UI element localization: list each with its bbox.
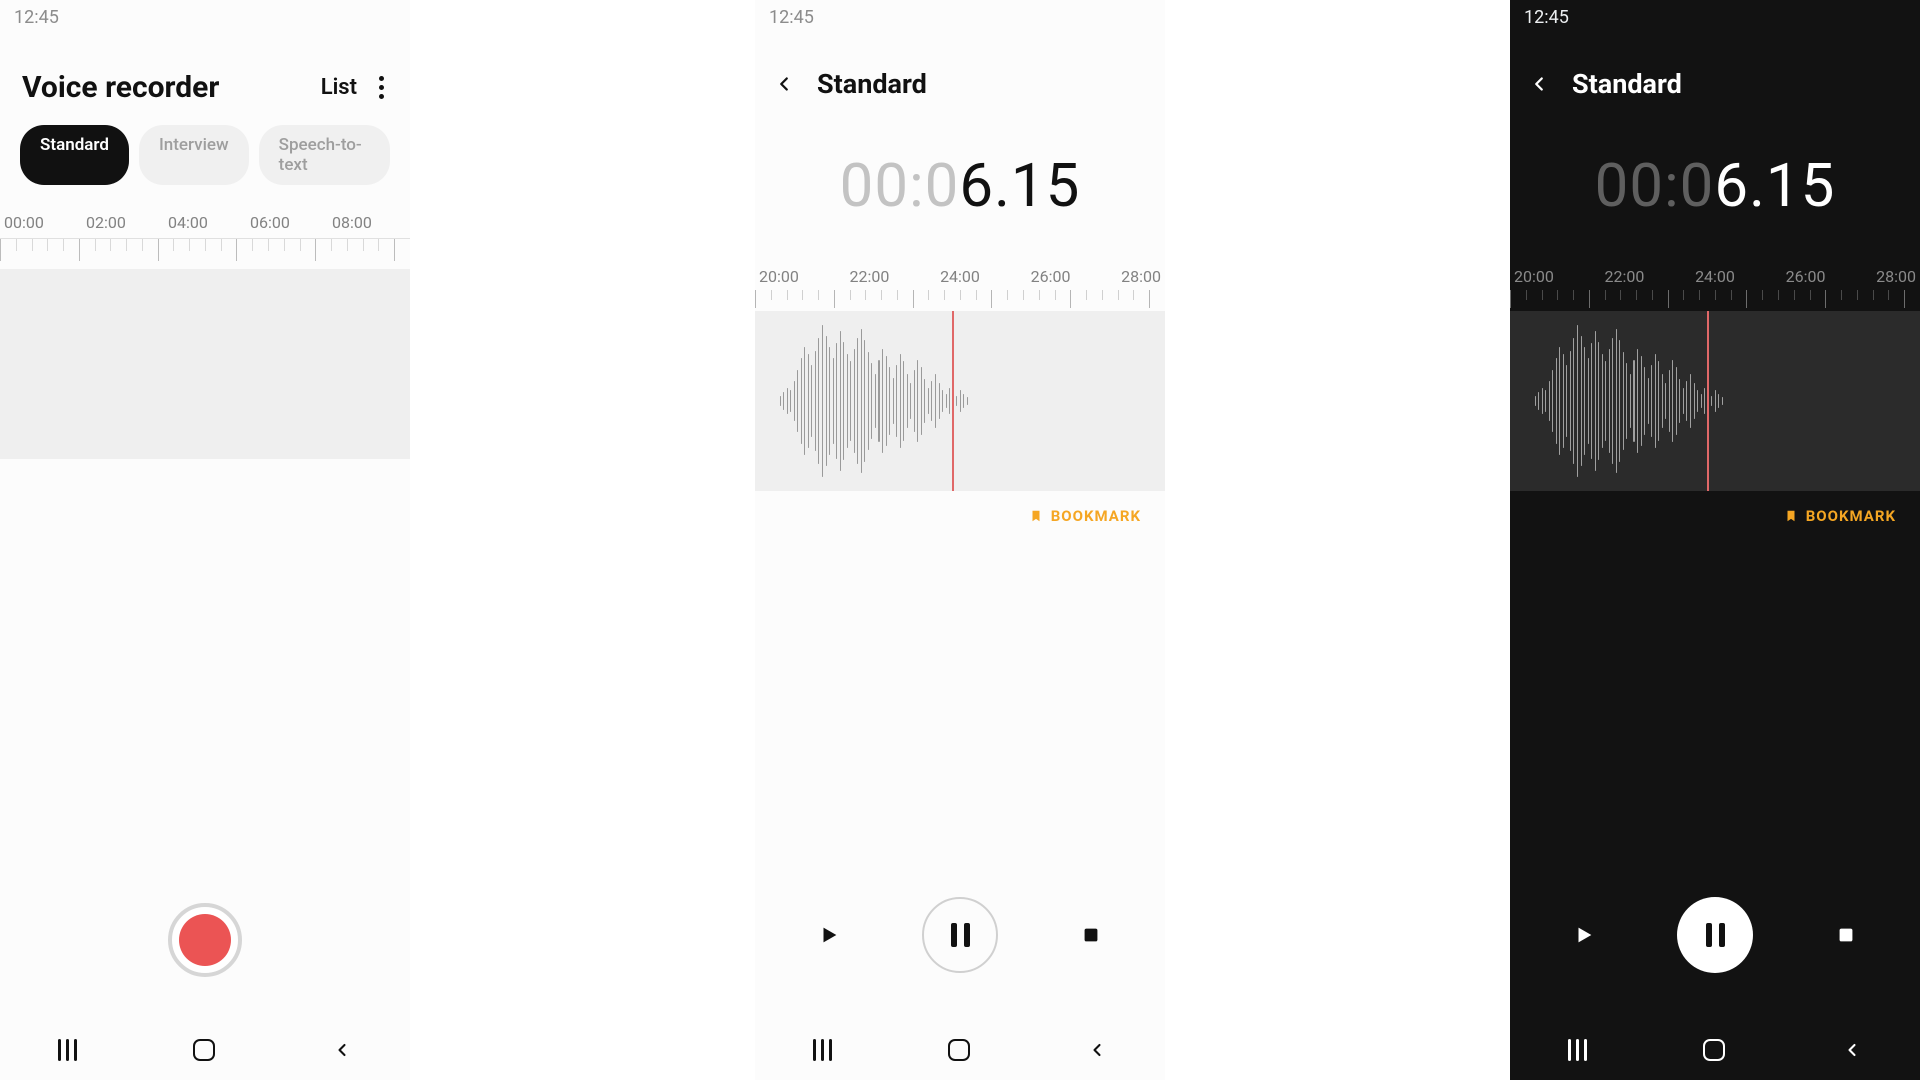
stop-button[interactable] xyxy=(1080,924,1102,946)
status-bar: 12:45 xyxy=(0,0,410,34)
clock: 12:45 xyxy=(769,7,814,28)
time-ruler: 00:00 02:00 04:00 06:00 08:00 xyxy=(0,213,410,269)
bookmark-button[interactable]: BOOKMARK xyxy=(1784,507,1896,525)
list-link[interactable]: List xyxy=(321,75,357,100)
ruler-label: 08:00 xyxy=(328,213,410,232)
stop-button[interactable] xyxy=(1835,924,1857,946)
nav-recent-icon[interactable] xyxy=(1568,1039,1587,1061)
playhead[interactable] xyxy=(1707,311,1709,491)
ruler-label: 24:00 xyxy=(1695,267,1735,286)
time-ruler: 20:00 22:00 24:00 26:00 28:00 xyxy=(1510,267,1920,311)
nav-recent-icon[interactable] xyxy=(58,1039,77,1061)
pause-icon xyxy=(951,923,970,947)
android-navbar xyxy=(1510,1020,1920,1080)
play-button[interactable] xyxy=(818,924,840,946)
bookmark-button[interactable]: BOOKMARK xyxy=(1029,507,1141,525)
play-button[interactable] xyxy=(1573,924,1595,946)
android-navbar xyxy=(0,1020,410,1080)
bookmark-icon xyxy=(1029,509,1043,523)
ruler-label: 28:00 xyxy=(1121,267,1161,286)
ruler-label: 06:00 xyxy=(246,213,328,232)
time-ruler: 20:00 22:00 24:00 26:00 28:00 xyxy=(755,267,1165,311)
ruler-label: 22:00 xyxy=(1605,267,1645,286)
back-button[interactable] xyxy=(773,73,795,95)
ruler-label: 20:00 xyxy=(759,267,799,286)
ruler-label: 02:00 xyxy=(82,213,164,232)
pill-speech-to-text[interactable]: Speech-to-text xyxy=(259,125,390,185)
timer-bright: 6.15 xyxy=(959,150,1080,221)
pause-button[interactable] xyxy=(1677,897,1753,973)
pause-icon xyxy=(1706,923,1725,947)
android-navbar xyxy=(755,1020,1165,1080)
timer-dim: 00:0 xyxy=(1595,150,1715,221)
nav-home-icon[interactable] xyxy=(948,1039,970,1061)
nav-home-icon[interactable] xyxy=(1703,1039,1725,1061)
ruler-label: 24:00 xyxy=(940,267,980,286)
ruler-label: 20:00 xyxy=(1514,267,1554,286)
status-bar: 12:45 xyxy=(755,0,1165,34)
nav-back-icon[interactable] xyxy=(1842,1040,1862,1060)
recording-title: Standard xyxy=(817,68,927,100)
ruler-label: 04:00 xyxy=(164,213,246,232)
ruler-label: 28:00 xyxy=(1876,267,1916,286)
record-icon xyxy=(179,914,231,966)
ruler-label: 22:00 xyxy=(850,267,890,286)
pill-interview[interactable]: Interview xyxy=(139,125,249,185)
clock: 12:45 xyxy=(1524,7,1569,28)
waveform-track-empty xyxy=(0,269,410,459)
nav-home-icon[interactable] xyxy=(193,1039,215,1061)
clock: 12:45 xyxy=(14,7,59,28)
nav-back-icon[interactable] xyxy=(332,1040,352,1060)
waveform[interactable] xyxy=(1510,311,1920,491)
nav-recent-icon[interactable] xyxy=(813,1039,832,1061)
waveform[interactable] xyxy=(755,311,1165,491)
elapsed-timer: 00:06.15 xyxy=(755,118,1165,267)
recording-title: Standard xyxy=(1572,68,1682,100)
nav-back-icon[interactable] xyxy=(1087,1040,1107,1060)
status-bar: 12:45 xyxy=(1510,0,1920,34)
elapsed-timer: 00:06.15 xyxy=(1510,118,1920,267)
pill-standard[interactable]: Standard xyxy=(20,125,129,185)
more-menu-icon[interactable] xyxy=(375,72,388,103)
pause-button[interactable] xyxy=(922,897,998,973)
bookmark-label: BOOKMARK xyxy=(1051,507,1141,525)
timer-bright: 6.15 xyxy=(1714,150,1835,221)
timer-dim: 00:0 xyxy=(840,150,960,221)
mode-pills: Standard Interview Speech-to-text xyxy=(0,115,410,213)
ruler-label: 26:00 xyxy=(1786,267,1826,286)
bookmark-label: BOOKMARK xyxy=(1806,507,1896,525)
back-button[interactable] xyxy=(1528,73,1550,95)
ruler-label: 00:00 xyxy=(0,213,82,232)
bookmark-icon xyxy=(1784,509,1798,523)
playhead[interactable] xyxy=(952,311,954,491)
ruler-label: 26:00 xyxy=(1031,267,1071,286)
record-button[interactable] xyxy=(168,903,242,977)
app-title: Voice recorder xyxy=(22,70,219,105)
